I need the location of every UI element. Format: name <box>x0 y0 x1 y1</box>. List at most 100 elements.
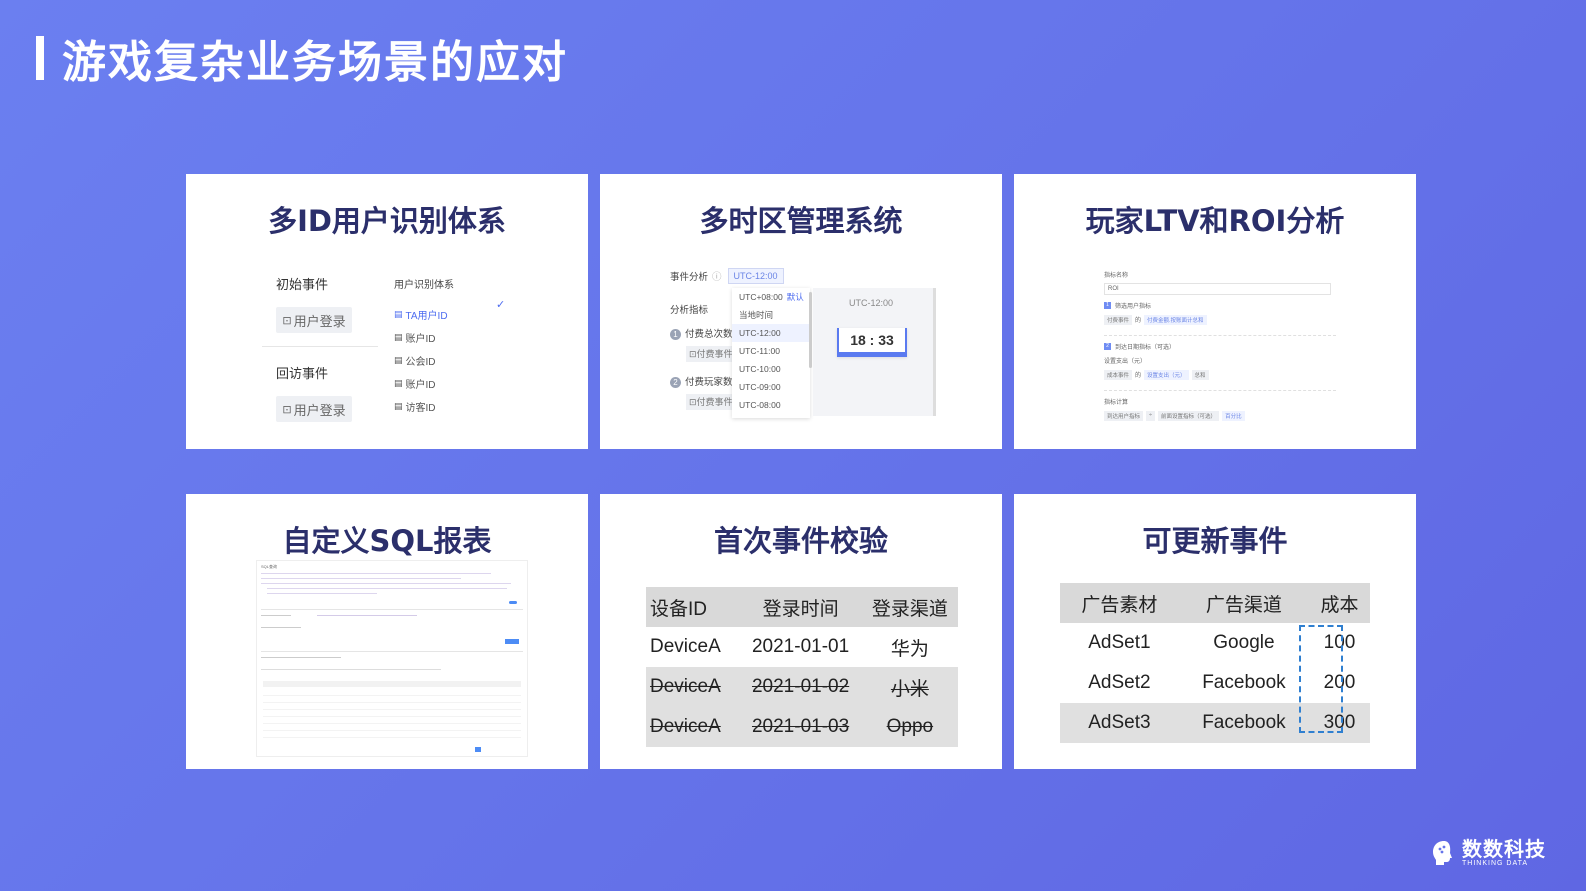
table-cell: 2021-01-01 <box>751 636 850 657</box>
check-icon: ✓ <box>496 299 506 311</box>
param-field[interactable] <box>261 615 291 616</box>
chip[interactable]: 成本事件 <box>1104 370 1133 380</box>
table-cell: 2021-01-02 <box>739 667 862 707</box>
event-pill[interactable]: ⊡付费事件 <box>686 346 733 362</box>
initial-event-button-label: 用户登录 <box>293 313 346 329</box>
chip[interactable]: 设置支出（元） <box>1144 370 1189 380</box>
event-icon: ⊡ <box>689 397 697 407</box>
tab-row[interactable] <box>261 657 341 658</box>
id-option[interactable]: ▤ 公会ID <box>394 349 506 372</box>
table-row-struck: DeviceA 2021-01-03 Oppo <box>646 707 958 747</box>
info-icon: ⓘ <box>712 272 722 283</box>
table-cell: DeviceA <box>650 636 721 657</box>
event-pill[interactable]: ⊡付费事件 <box>686 394 733 410</box>
roi-config: 指标名称 ROI 1 筛选用户指标 付费事件 的 付费金额.按账面计总和 2 到达日… <box>1104 270 1336 421</box>
chip[interactable]: 付费金额.按账面计总和 <box>1144 315 1207 325</box>
panel-timezone: UTC-12:00 <box>849 298 894 308</box>
name-label: 指标名称 <box>1104 273 1129 279</box>
event-icon: ⊡ <box>689 349 697 359</box>
param-field[interactable] <box>261 627 301 628</box>
chip-row: 付费事件 的 付费金额.按账面计总和 <box>1104 315 1336 325</box>
number-badge: 1 <box>670 329 681 340</box>
metric-item: 1 付费总次数 <box>670 326 733 340</box>
event-analysis-row: 事件分析 ⓘ UTC-12:00 <box>670 268 784 284</box>
return-event-button-label: 用户登录 <box>293 402 346 418</box>
id-option-label: TA用户ID <box>405 311 448 322</box>
logo-text: 数数科技 THINKING DATA <box>1462 838 1546 868</box>
logo-cn: 数数科技 <box>1462 837 1546 861</box>
timezone-demo: 事件分析 ⓘ UTC-12:00 分析指标 1 付费总次数 ⊡付费事件 2 付费玩家… <box>670 266 940 426</box>
panel-title: SQL查询 <box>261 564 278 569</box>
id-option[interactable]: ▤ 账户ID <box>394 372 506 395</box>
cost-label: 设置支出（元） <box>1104 359 1147 365</box>
card-title: 多时区管理系统 <box>699 204 903 238</box>
timezone-option[interactable]: UTC+08:00 默认 <box>732 288 810 306</box>
table-cell: Google <box>1213 632 1275 653</box>
event-icon: ⊡ <box>282 403 292 416</box>
code-line <box>267 593 377 594</box>
divider <box>1104 390 1336 391</box>
table-row-struck: DeviceA 2021-01-02 小米 <box>646 667 958 707</box>
calc-label: 指标计算 <box>1104 400 1129 406</box>
card-updatable-event: 可更新事件 广告素材 广告渠道 成本 AdSet1 Google 100 AdS… <box>1014 494 1416 769</box>
name-input[interactable]: ROI <box>1104 283 1331 295</box>
timezone-select[interactable]: UTC-12:00 <box>727 268 784 284</box>
chip[interactable]: 前面设置指标（可选） <box>1158 411 1220 421</box>
table-cell: AdSet2 <box>1088 672 1151 693</box>
table-row: DeviceA 2021-01-01 华为 <box>646 627 958 667</box>
chip[interactable]: 到达用户指标 <box>1104 411 1144 421</box>
table-cell: Facebook <box>1202 672 1286 693</box>
id-option-label: 公会ID <box>405 357 436 368</box>
chip[interactable]: ÷ <box>1146 411 1156 421</box>
number-badge: 2 <box>670 377 681 388</box>
card-title: 多ID用户识别体系 <box>268 204 506 238</box>
table-cell: Oppo <box>861 707 958 747</box>
table-cell: 小米 <box>861 667 958 707</box>
code-line <box>261 573 491 574</box>
card-title: 首次事件校验 <box>713 524 888 558</box>
id-card-icon: ▤ <box>394 401 403 411</box>
timezone-option[interactable]: UTC-08:00 <box>732 396 810 414</box>
result-table-header <box>263 681 521 687</box>
timezone-option[interactable]: UTC-12:00 <box>732 324 810 342</box>
dropdown-scrollbar[interactable] <box>809 292 812 368</box>
id-option-label: 访客ID <box>405 403 436 414</box>
id-option[interactable]: ▤ 账户ID <box>394 326 506 349</box>
card-multi-id: 多ID用户识别体系 初始事件 ⊡ 用户登录 回访事件 ⊡ 用户登录 用户识别体系 ▤… <box>186 174 588 449</box>
chip[interactable]: 百分比 <box>1222 411 1245 421</box>
column-header: 广告渠道 <box>1178 583 1310 623</box>
chip[interactable]: 付费事件 <box>1104 315 1133 325</box>
chip[interactable]: 总和 <box>1191 370 1209 380</box>
return-event-button[interactable]: ⊡ 用户登录 <box>276 396 352 422</box>
code-line <box>267 588 507 589</box>
column-header: 登录渠道 <box>861 587 958 627</box>
toggle-switch[interactable] <box>509 601 517 604</box>
table-cell: Facebook <box>1178 703 1310 743</box>
return-event-label: 回访事件 <box>276 366 329 381</box>
clock-panel: UTC-12:00 18 : 33 <box>813 288 936 416</box>
step-label: 筛选用户指标 <box>1115 304 1152 310</box>
table-row <box>263 724 521 731</box>
table-cell: 2021-01-03 <box>739 707 862 747</box>
run-button[interactable] <box>505 639 519 644</box>
id-card-icon: ▤ <box>394 332 403 342</box>
pagination-current[interactable] <box>475 747 481 752</box>
code-line <box>261 578 461 579</box>
column-header: 设备ID <box>646 587 740 627</box>
table-header-row: 设备ID 登录时间 登录渠道 <box>646 587 958 627</box>
timezone-option[interactable]: UTC-11:00 <box>732 342 810 360</box>
id-option[interactable]: ▤ 访客ID <box>394 395 506 418</box>
initial-event-label: 初始事件 <box>276 277 329 292</box>
timezone-option[interactable]: 当地时间 <box>732 306 810 324</box>
id-card-icon: ▤ <box>394 355 403 365</box>
login-table: 设备ID 登录时间 登录渠道 DeviceA 2021-01-01 华为 Dev… <box>646 587 958 747</box>
param-value <box>317 615 417 616</box>
timezone-option[interactable]: UTC-09:00 <box>732 378 810 396</box>
table-row <box>263 710 521 717</box>
timezone-option[interactable]: UTC-10:00 <box>732 360 810 378</box>
id-option[interactable]: ▤ TA用户ID <box>394 303 506 326</box>
initial-event-button[interactable]: ⊡ 用户登录 <box>276 307 352 333</box>
step: 2 到达日期指标（可选） <box>1104 342 1336 351</box>
step: 1 筛选用户指标 <box>1104 301 1336 310</box>
title-accent-bar <box>36 36 44 80</box>
